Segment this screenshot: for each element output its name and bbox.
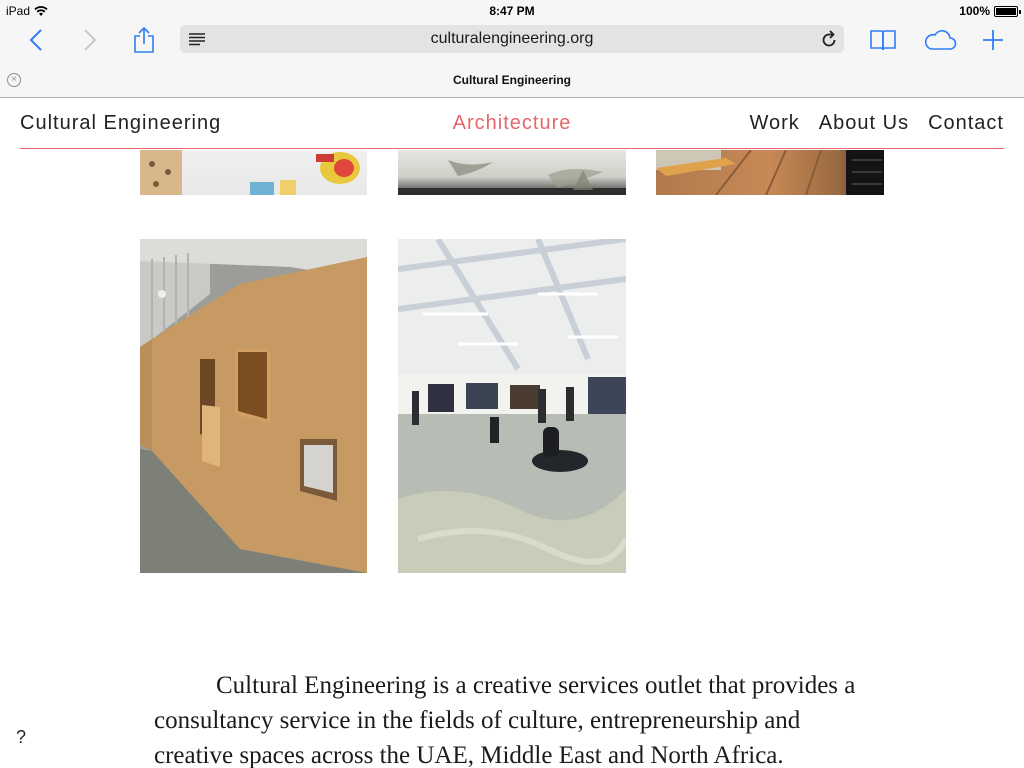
intro-paragraph: Cultural Engineering is a creative servi… [154,672,856,768]
chevron-right-icon [84,29,97,51]
book-icon [870,30,896,51]
site-menu: Work About Us Contact [749,112,1004,135]
bookmarks-button[interactable] [865,22,901,58]
gallery-image [140,239,367,573]
url-text[interactable]: culturalengineering.org [180,30,844,48]
new-tab-button[interactable] [975,22,1011,58]
address-bar[interactable]: culturalengineering.org [180,25,844,53]
status-battery: 100% [959,4,1021,18]
back-button[interactable] [18,22,54,58]
browser-chrome: iPad 8:47 PM 100% culturalengineering.or… [0,0,1024,98]
plus-icon [983,30,1003,50]
nav-contact[interactable]: Contact [928,112,1004,135]
gallery-tile[interactable] [140,239,367,573]
chevron-left-icon [29,29,42,51]
site-brand-link[interactable]: Cultural Engineering [20,112,221,135]
battery-icon [994,5,1021,17]
share-button[interactable] [126,22,162,58]
reload-icon[interactable] [820,29,838,49]
cloud-icon [924,30,957,50]
nav-about-us[interactable]: About Us [819,112,909,135]
site-header: Cultural Engineering Architecture Work A… [0,98,1024,150]
nav-work[interactable]: Work [749,112,799,135]
browser-toolbar: culturalengineering.org [0,22,1024,58]
share-icon [134,26,154,53]
gallery-image [398,160,626,195]
gallery-image [656,150,884,195]
status-time: 8:47 PM [489,4,535,18]
cloud-tabs-button[interactable] [922,22,958,58]
gallery-image [398,239,626,573]
gallery-image [140,150,360,195]
gallery-tile[interactable] [656,150,884,195]
tab-title[interactable]: Cultural Engineering [0,73,1024,87]
gallery-tile[interactable] [398,150,626,195]
forward-button[interactable] [72,22,108,58]
tab-bar: × Cultural Engineering [0,66,1024,96]
header-divider [20,148,1004,149]
status-bar: iPad 8:47 PM 100% [0,0,1024,22]
gallery-tile[interactable] [140,150,367,195]
gallery-tile[interactable] [398,239,626,573]
help-button[interactable]: ? [16,727,26,748]
battery-percent: 100% [959,4,990,18]
section-architecture-link[interactable]: Architecture [453,112,572,134]
